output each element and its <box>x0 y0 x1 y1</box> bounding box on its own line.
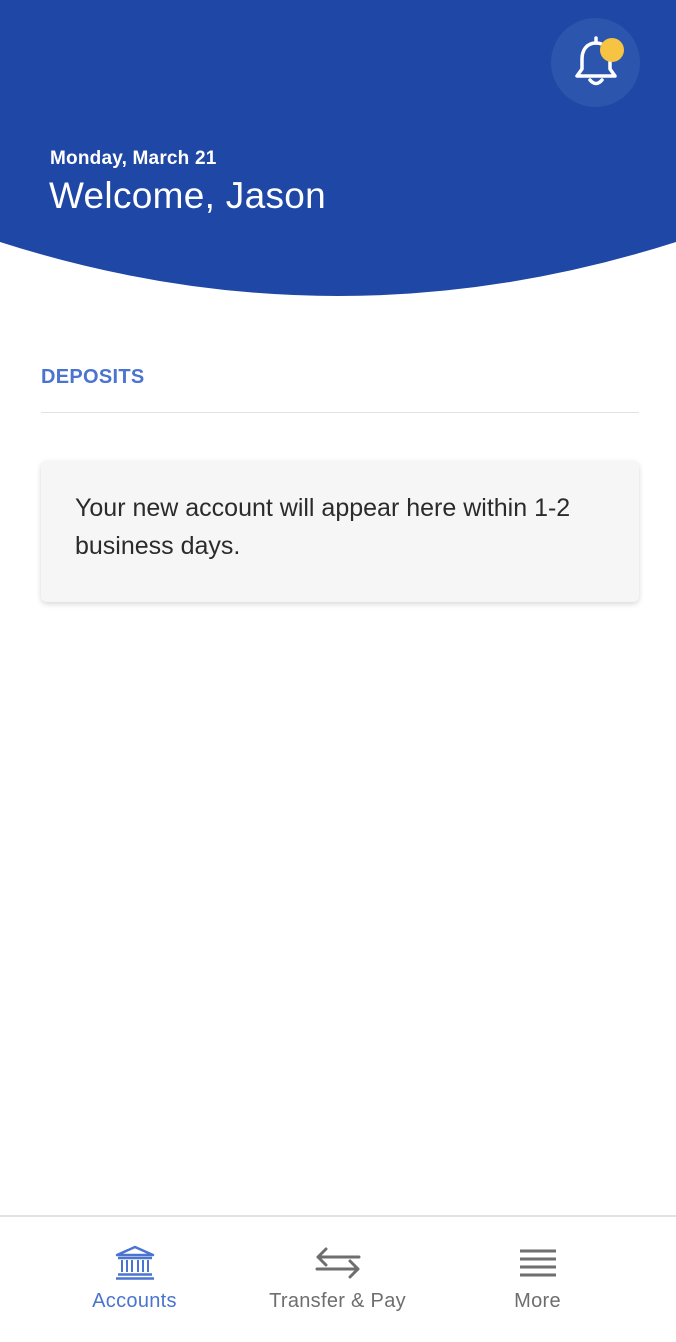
tab-transfer-pay[interactable]: Transfer & Pay <box>225 1217 450 1342</box>
transfer-arrows-icon <box>315 1247 360 1279</box>
notifications-button[interactable] <box>551 18 640 107</box>
menu-icon <box>519 1249 556 1277</box>
section-divider <box>41 412 639 413</box>
notification-badge <box>600 38 624 62</box>
tab-accounts[interactable]: Accounts <box>22 1217 247 1342</box>
new-account-notice-text: Your new account will appear here within… <box>75 494 571 560</box>
tab-accounts-label: Accounts <box>92 1290 177 1312</box>
tab-more[interactable]: More <box>425 1217 650 1342</box>
tab-transfer-pay-label: Transfer & Pay <box>269 1290 406 1312</box>
tab-more-label: More <box>514 1290 561 1312</box>
bottom-tab-bar: Accounts Transfer & Pay More <box>0 1215 676 1342</box>
deposits-section-title: DEPOSITS <box>41 366 145 388</box>
app-screen: Monday, March 21 Welcome, Jason DEPOSITS… <box>0 0 676 1342</box>
welcome-greeting: Welcome, Jason <box>49 175 327 216</box>
current-date: Monday, March 21 <box>50 148 217 169</box>
bank-icon <box>115 1245 154 1280</box>
new-account-notice-card: Your new account will appear here within… <box>41 461 639 602</box>
